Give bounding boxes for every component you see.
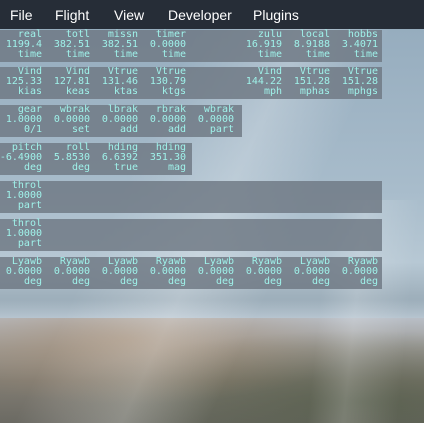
- data-unit: time: [257, 49, 282, 60]
- data-unit: deg: [119, 276, 138, 287]
- data-cell: Ryawb 0.0000 deg: [236, 257, 282, 289]
- data-unit: ktgs: [161, 86, 186, 97]
- data-cell: pitch -6.4900 deg: [0, 143, 42, 175]
- data-cell: Vind 125.33 kias: [0, 67, 42, 99]
- data-cell: Vtrue 131.46 ktas: [92, 67, 138, 99]
- data-unit: part: [17, 200, 42, 211]
- data-cell: Vtrue 130.79 ktgs: [140, 67, 186, 99]
- data-unit: add: [167, 124, 186, 135]
- data-unit: mphgs: [347, 86, 378, 97]
- data-unit: mphas: [299, 86, 330, 97]
- menu-view[interactable]: View: [114, 6, 144, 24]
- data-unit: time: [65, 49, 90, 60]
- data-unit: keas: [65, 86, 90, 97]
- data-cell: Lyawb 0.0000 deg: [92, 257, 138, 289]
- data-unit: set: [71, 124, 90, 135]
- data-unit: kias: [17, 86, 42, 97]
- data-cell: Lyawb 0.0000 deg: [188, 257, 234, 289]
- data-cell: roll 5.8530 deg: [44, 143, 90, 175]
- data-row: Vind 125.33 kias Vind 127.81 keas Vtrue 131.46 k…: [0, 67, 382, 99]
- data-cell: Lyawb 0.0000 deg: [284, 257, 330, 289]
- data-unit: time: [353, 49, 378, 60]
- data-unit: time: [113, 49, 138, 60]
- data-cell: local 8.9188 time: [284, 30, 330, 62]
- data-unit: true: [113, 162, 138, 173]
- menu-plugins[interactable]: Plugins: [253, 6, 299, 24]
- data-unit: time: [161, 49, 186, 60]
- data-cell: totl 382.51 time: [44, 30, 90, 62]
- data-cell: Vind 144.22 mph: [236, 67, 282, 99]
- data-cell: timer 0.0000 time: [140, 30, 186, 62]
- data-row: gear 1.0000 0/1 wbrak 0.0000 set lbrak 0.0000 ad…: [0, 105, 242, 137]
- data-cell: Vind 127.81 keas: [44, 67, 90, 99]
- data-unit: deg: [23, 276, 42, 287]
- data-unit: deg: [71, 162, 90, 173]
- data-cell: zulu 16.919 time: [236, 30, 282, 62]
- menu-bar: File Flight View Developer Plugins: [0, 0, 424, 29]
- data-unit: deg: [215, 276, 234, 287]
- data-unit: time: [305, 49, 330, 60]
- data-cell: real 1199.4 time: [0, 30, 42, 62]
- menu-flight[interactable]: Flight: [55, 6, 89, 24]
- data-cell: Vtrue 151.28 mphgs: [332, 67, 378, 99]
- data-cell: throl 1.0000 part: [0, 219, 42, 251]
- data-unit: mag: [167, 162, 186, 173]
- data-unit: part: [17, 238, 42, 249]
- data-unit: 0/1: [23, 124, 42, 135]
- data-unit: deg: [263, 276, 282, 287]
- data-cell: throl 1.0000 part: [0, 181, 42, 213]
- data-row: throl 1.0000 part: [0, 219, 382, 251]
- data-cell: hding 351.30 mag: [140, 143, 186, 175]
- data-cell: lbrak 0.0000 add: [92, 105, 138, 137]
- data-row: real 1199.4 time totl 382.51 time missn 382.51 t…: [0, 30, 382, 62]
- data-cell: Lyawb 0.0000 deg: [0, 257, 42, 289]
- data-cell: hding 6.6392 true: [92, 143, 138, 175]
- data-unit: add: [119, 124, 138, 135]
- data-row: pitch -6.4900 deg roll 5.8530 deg hding 6.6392 t…: [0, 143, 192, 175]
- data-unit: deg: [23, 162, 42, 173]
- data-unit: deg: [311, 276, 330, 287]
- data-cell: wbrak 0.0000 set: [44, 105, 90, 137]
- data-row: throl 1.0000 part: [0, 181, 382, 213]
- data-cell: Ryawb 0.0000 deg: [332, 257, 378, 289]
- menu-file[interactable]: File: [10, 6, 33, 24]
- data-cell: missn 382.51 time: [92, 30, 138, 62]
- menu-developer[interactable]: Developer: [168, 6, 232, 24]
- data-unit: ktas: [113, 86, 138, 97]
- data-row: Lyawb 0.0000 deg Ryawb 0.0000 deg Lyawb 0.0000 d…: [0, 257, 382, 289]
- data-cell: Ryawb 0.0000 deg: [140, 257, 186, 289]
- data-cell: wbrak 0.0000 part: [188, 105, 234, 137]
- data-cell: Ryawb 0.0000 deg: [44, 257, 90, 289]
- data-cell: hobbs 3.4071 time: [332, 30, 378, 62]
- data-cell: gear 1.0000 0/1: [0, 105, 42, 137]
- data-unit: part: [209, 124, 234, 135]
- data-unit: deg: [71, 276, 90, 287]
- data-unit: mph: [263, 86, 282, 97]
- data-cell: rbrak 0.0000 add: [140, 105, 186, 137]
- data-unit: time: [17, 49, 42, 60]
- data-unit: deg: [167, 276, 186, 287]
- data-unit: deg: [359, 276, 378, 287]
- data-cell: Vtrue 151.28 mphas: [284, 67, 330, 99]
